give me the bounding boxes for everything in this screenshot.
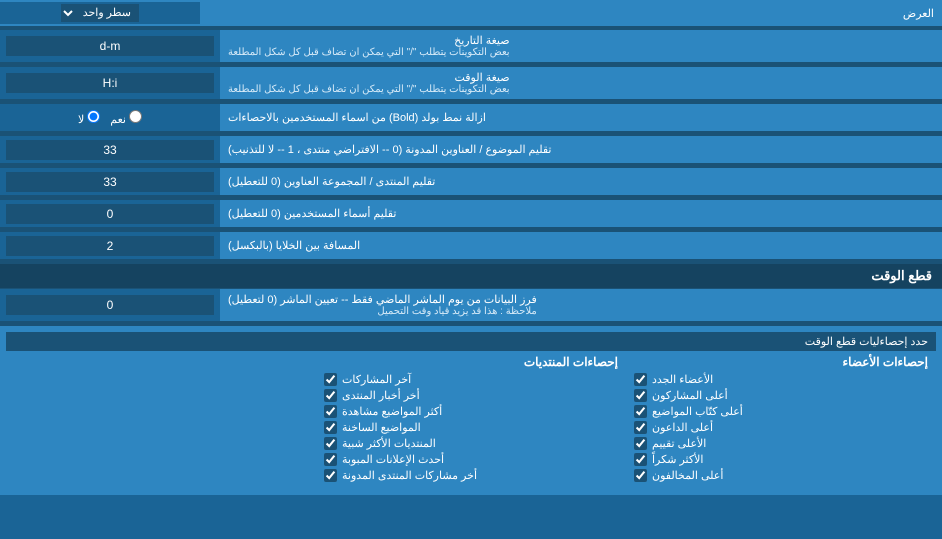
stats-posts-item-5: أحدث الإعلانات المبوبة xyxy=(324,453,618,466)
main-container: العرض سطر واحد سطرين ثلاثة أسطر صيغة الت… xyxy=(0,0,942,495)
stats-members-col: إحصاءات الأعضاء الأعضاء الجدد أعلى المشا… xyxy=(626,351,936,489)
date-format-sublabel: بعض التكوينات يتطلب "/" التي يمكن ان تضا… xyxy=(228,47,510,58)
username-trim-input[interactable] xyxy=(6,204,214,224)
bold-remove-row: ازالة نمط بولد (Bold) من اسماء المستخدمي… xyxy=(0,104,942,132)
forum-address-label: تقليم المنتدى / المجموعة العناوين (0 للت… xyxy=(220,168,942,195)
stats-posts-checkbox-3[interactable] xyxy=(324,421,337,434)
cell-spacing-input-cell xyxy=(0,232,220,259)
stats-posts-header: إحصاءات المنتديات xyxy=(324,355,618,369)
realtime-filter-title: فرز البيانات من يوم الماشر الماضي فقط --… xyxy=(228,293,537,306)
stats-members-checkbox-3[interactable] xyxy=(634,421,647,434)
stats-posts-label-0: آخر المشاركات xyxy=(342,373,411,386)
bold-no-radio[interactable] xyxy=(87,110,100,123)
cell-spacing-row: المسافة بين الخلايا (بالبكسل) xyxy=(0,232,942,260)
bold-remove-label: ازالة نمط بولد (Bold) من اسماء المستخدمي… xyxy=(220,104,942,131)
stats-members-label-4: الأعلى تقييم xyxy=(652,437,706,450)
display-dropdown[interactable]: سطر واحد سطرين ثلاثة أسطر xyxy=(61,4,139,22)
stats-posts-checkbox-0[interactable] xyxy=(324,373,337,386)
stats-posts-checkbox-4[interactable] xyxy=(324,437,337,450)
stats-members-item-2: أعلى كتّاب المواضيع xyxy=(634,405,928,418)
stats-posts-item-1: أخر أخبار المنتدى xyxy=(324,389,618,402)
time-format-input-cell xyxy=(0,67,220,99)
topic-address-row: تقليم الموضوع / العناوين المدونة (0 -- ا… xyxy=(0,136,942,164)
date-format-row: صيغة التاريخ بعض التكوينات يتطلب "/" الت… xyxy=(0,30,942,63)
cell-spacing-input[interactable] xyxy=(6,236,214,256)
topic-address-input-cell xyxy=(0,136,220,163)
username-trim-input-cell xyxy=(0,200,220,227)
stats-posts-item-0: آخر المشاركات xyxy=(324,373,618,386)
stats-posts-label-5: أحدث الإعلانات المبوبة xyxy=(342,453,444,466)
time-format-input[interactable] xyxy=(6,73,214,93)
time-format-label: صيغة الوقت بعض التكوينات يتطلب "/" التي … xyxy=(220,67,942,99)
stats-members-label-3: أعلى الداعون xyxy=(652,421,713,434)
realtime-filter-input-cell xyxy=(0,289,220,321)
date-format-label: صيغة التاريخ بعض التكوينات يتطلب "/" الت… xyxy=(220,30,942,62)
bold-yes-label: نعم xyxy=(110,110,142,126)
stats-posts-label-4: المنتديات الأكثر شبية xyxy=(342,437,436,450)
bold-remove-input-cell: نعم لا xyxy=(0,104,220,131)
stats-header-label: حدد إحصاءليات قطع الوقت xyxy=(805,336,928,348)
stats-members-checkbox-6[interactable] xyxy=(634,469,647,482)
stats-empty-col xyxy=(6,351,316,489)
time-format-row: صيغة الوقت بعض التكوينات يتطلب "/" التي … xyxy=(0,67,942,100)
time-format-title: صيغة الوقت xyxy=(228,71,510,84)
stats-posts-item-4: المنتديات الأكثر شبية xyxy=(324,437,618,450)
stats-members-item-6: أعلى المخالفون xyxy=(634,469,928,482)
stats-members-item-4: الأعلى تقييم xyxy=(634,437,928,450)
stats-posts-label-6: أخر مشاركات المنتدى المدونة xyxy=(342,469,477,482)
statistics-section: حدد إحصاءليات قطع الوقت إحصاءات الأعضاء … xyxy=(0,326,942,495)
stats-area: إحصاءات الأعضاء الأعضاء الجدد أعلى المشا… xyxy=(6,351,936,489)
stats-members-item-5: الأكثر شكراً xyxy=(634,453,928,466)
realtime-filter-label: فرز البيانات من يوم الماشر الماضي فقط --… xyxy=(220,289,942,321)
stats-members-header: إحصاءات الأعضاء xyxy=(634,355,928,369)
stats-posts-item-3: المواضيع الساخنة xyxy=(324,421,618,434)
stats-members-item-3: أعلى الداعون xyxy=(634,421,928,434)
forum-address-row: تقليم المنتدى / المجموعة العناوين (0 للت… xyxy=(0,168,942,196)
stats-posts-label-1: أخر أخبار المنتدى xyxy=(342,389,420,402)
realtime-filter-row: فرز البيانات من يوم الماشر الماضي فقط --… xyxy=(0,289,942,322)
header-row: العرض سطر واحد سطرين ثلاثة أسطر xyxy=(0,0,942,26)
stats-members-label-6: أعلى المخالفون xyxy=(652,469,723,482)
stats-members-label-5: الأكثر شكراً xyxy=(652,453,703,466)
bold-no-label: لا xyxy=(78,110,100,126)
topic-address-label: تقليم الموضوع / العناوين المدونة (0 -- ا… xyxy=(220,136,942,163)
forum-address-input-cell xyxy=(0,168,220,195)
stats-header-note: حدد إحصاءليات قطع الوقت xyxy=(6,332,936,351)
stats-members-checkbox-2[interactable] xyxy=(634,405,647,418)
date-format-input[interactable] xyxy=(6,36,214,56)
stats-posts-col: إحصاءات المنتديات آخر المشاركات أخر أخبا… xyxy=(316,351,626,489)
stats-posts-checkbox-6[interactable] xyxy=(324,469,337,482)
username-trim-label: تقليم أسماء المستخدمين (0 للتعطيل) xyxy=(220,200,942,227)
stats-members-item-0: الأعضاء الجدد xyxy=(634,373,928,386)
header-dropdown-cell: سطر واحد سطرين ثلاثة أسطر xyxy=(0,2,200,24)
realtime-filter-note: ملاحظة : هذا قد يزيد قياد وقت التحميل xyxy=(228,306,537,317)
topic-address-input[interactable] xyxy=(6,140,214,160)
time-format-sublabel: بعض التكوينات يتطلب "/" التي يمكن ان تضا… xyxy=(228,84,510,95)
stats-members-checkbox-1[interactable] xyxy=(634,389,647,402)
stats-posts-checkbox-1[interactable] xyxy=(324,389,337,402)
realtime-section-title: قطع الوقت xyxy=(0,264,942,288)
stats-members-checkbox-5[interactable] xyxy=(634,453,647,466)
stats-posts-item-6: أخر مشاركات المنتدى المدونة xyxy=(324,469,618,482)
header-label: العرض xyxy=(200,3,942,24)
stats-members-checkbox-4[interactable] xyxy=(634,437,647,450)
cell-spacing-label: المسافة بين الخلايا (بالبكسل) xyxy=(220,232,942,259)
stats-posts-label-3: المواضيع الساخنة xyxy=(342,421,421,434)
bold-yes-radio[interactable] xyxy=(129,110,142,123)
stats-members-label-0: الأعضاء الجدد xyxy=(652,373,713,386)
stats-posts-item-2: أكثر المواضيع مشاهدة xyxy=(324,405,618,418)
realtime-filter-input[interactable] xyxy=(6,295,214,315)
stats-members-checkbox-0[interactable] xyxy=(634,373,647,386)
stats-posts-checkbox-2[interactable] xyxy=(324,405,337,418)
realtime-section-header: قطع الوقت xyxy=(0,264,942,289)
username-trim-row: تقليم أسماء المستخدمين (0 للتعطيل) xyxy=(0,200,942,228)
date-format-input-cell xyxy=(0,30,220,62)
stats-members-label-1: أعلى المشاركون xyxy=(652,389,728,402)
stats-posts-label-2: أكثر المواضيع مشاهدة xyxy=(342,405,442,418)
stats-members-item-1: أعلى المشاركون xyxy=(634,389,928,402)
stats-posts-checkbox-5[interactable] xyxy=(324,453,337,466)
stats-members-label-2: أعلى كتّاب المواضيع xyxy=(652,405,743,418)
forum-address-input[interactable] xyxy=(6,172,214,192)
date-format-title: صيغة التاريخ xyxy=(228,34,510,47)
